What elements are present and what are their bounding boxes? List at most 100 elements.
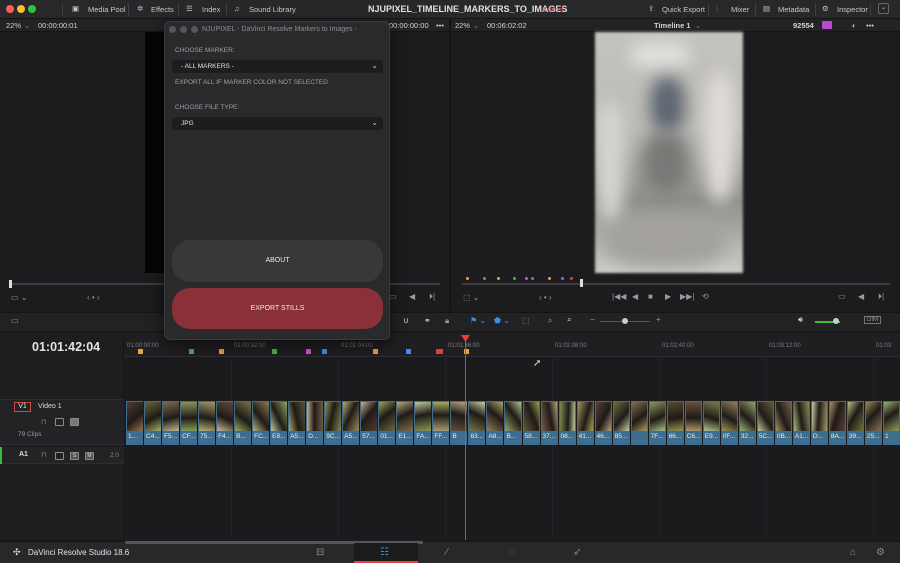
timeline-clip[interactable]: B...	[233, 401, 252, 445]
play-icon[interactable]: ▶	[665, 292, 671, 301]
sound-library-button[interactable]: Sound Library	[249, 5, 296, 14]
go-to-start-icon[interactable]: |◀◀	[612, 292, 626, 301]
video-track-name[interactable]: Video 1	[38, 403, 62, 410]
viewer-mode-icon[interactable]: ▭ ⌄	[11, 293, 27, 302]
chevron-down-icon[interactable]: ⌄	[24, 21, 30, 30]
right-zoom-select[interactable]: 22%	[455, 21, 470, 30]
media-pool-button[interactable]: Media Pool	[88, 5, 126, 14]
timeline-clip[interactable]: A1...	[791, 401, 811, 445]
flag-icon[interactable]: ⚑ ⌄	[470, 316, 486, 325]
v1-track-badge[interactable]: V1	[14, 402, 31, 412]
left-viewer-time2[interactable]: 00:00:00:00	[389, 21, 429, 30]
timeline-clip[interactable]: C6...	[683, 401, 703, 445]
timeline-clip[interactable]: 0F...	[719, 401, 739, 445]
timeline-marker[interactable]	[219, 349, 224, 354]
jog-control-icon[interactable]: ‹ • ›	[87, 293, 100, 302]
timeline-clip[interactable]: A5...	[341, 401, 360, 445]
timeline-clip[interactable]: 08...	[557, 401, 577, 445]
timeline-marker[interactable]	[436, 349, 443, 354]
timeline-name-select[interactable]: Timeline 1	[654, 21, 691, 30]
jog-control-icon[interactable]: ‹ • ›	[539, 293, 552, 302]
marker-icon[interactable]: ⬟ ⌄	[494, 316, 510, 325]
timeline-clip[interactable]: FF...	[431, 401, 450, 445]
dim-audio-icon[interactable]: DIM	[864, 316, 881, 324]
next-edit-icon[interactable]: ⏵|	[429, 292, 435, 302]
match-frame-icon[interactable]: ▭	[838, 292, 846, 301]
zoom-slider-handle[interactable]	[622, 318, 628, 324]
timeline-clip[interactable]: 39...	[845, 401, 865, 445]
zoom-in-icon[interactable]: +	[656, 315, 661, 324]
timeline-marker[interactable]	[406, 349, 411, 354]
speaker-icon[interactable]: 🔊︎	[798, 315, 803, 325]
chevron-down-icon[interactable]: ⌄	[473, 21, 479, 30]
timeline-clip[interactable]: 01...	[377, 401, 396, 445]
effects-button[interactable]: Effects	[151, 5, 174, 14]
color-swatch-icon[interactable]	[822, 21, 832, 29]
link-icon[interactable]: ⚭	[424, 316, 431, 325]
timeline-clip[interactable]: 7F...	[647, 401, 667, 445]
timeline-clip[interactable]: F5...	[161, 401, 180, 445]
auto-select-icon[interactable]	[55, 452, 64, 460]
next-edit-icon[interactable]: ⏵|	[878, 292, 884, 302]
dialog-minimize-button[interactable]	[180, 26, 187, 33]
timeline-clip[interactable]: A5...	[287, 401, 306, 445]
fusion-page-icon[interactable]: ⁄	[446, 547, 448, 558]
timeline-clip[interactable]: FC...	[251, 401, 270, 445]
timeline-clip[interactable]: B...	[503, 401, 522, 445]
home-icon[interactable]: ⌂	[850, 547, 856, 558]
timeline-clip[interactable]: 5C...	[755, 401, 775, 445]
about-button[interactable]: ABOUT	[172, 240, 383, 282]
timeline-clip[interactable]: 63...	[467, 401, 486, 445]
left-options-icon[interactable]: •••	[436, 21, 444, 30]
timeline-clip[interactable]: E1...	[395, 401, 414, 445]
timeline-marker[interactable]	[189, 349, 194, 354]
volume-slider-handle[interactable]	[833, 318, 839, 324]
timeline-marker[interactable]	[272, 349, 277, 354]
lock-icon[interactable]: ⊓	[41, 451, 46, 459]
timeline-clip[interactable]: 75...	[197, 401, 216, 445]
quick-export-button[interactable]: Quick Export	[662, 5, 705, 14]
marker-select[interactable]: - ALL MARKERS - ⌄	[172, 60, 383, 73]
reverse-play-icon[interactable]: ◀	[632, 292, 638, 301]
timeline-clip[interactable]: 66...	[665, 401, 685, 445]
position-lock-icon[interactable]: 🔒︎	[445, 316, 449, 326]
mute-button[interactable]: M	[85, 452, 94, 460]
timeline-clip[interactable]: 46...	[593, 401, 613, 445]
timeline-clip[interactable]: 57...	[359, 401, 378, 445]
export-stills-button[interactable]: EXPORT STILLS	[172, 288, 383, 329]
zoom-out-icon[interactable]: −	[590, 315, 595, 324]
mixer-button[interactable]: Mixer	[731, 5, 749, 14]
timeline-clip[interactable]: 37...	[539, 401, 559, 445]
timeline-clip[interactable]: 41...	[575, 401, 595, 445]
timeline-clip[interactable]: 9C...	[323, 401, 342, 445]
playhead[interactable]	[465, 337, 466, 540]
timeline-clip[interactable]: 58...	[521, 401, 541, 445]
timeline-clip[interactable]: E8...	[269, 401, 288, 445]
timeline-marker[interactable]	[306, 349, 311, 354]
edit-page-icon[interactable]: ☷	[380, 547, 389, 558]
zoom-custom-icon[interactable]: ⌕	[567, 315, 571, 325]
dialog-zoom-button[interactable]	[191, 26, 198, 33]
index-button[interactable]: Index	[202, 5, 220, 14]
timeline-clip[interactable]: 8A...	[827, 401, 847, 445]
inspector-button[interactable]: Inspector	[837, 5, 868, 14]
zoom-full-icon[interactable]: ⬚	[522, 316, 530, 325]
prev-edit-icon[interactable]: ◀	[409, 292, 415, 301]
stop-icon[interactable]: ■	[648, 292, 653, 301]
match-frame-icon[interactable]: ▭	[389, 292, 397, 301]
media-page-icon[interactable]: ⊟	[316, 547, 324, 558]
close-window-button[interactable]	[6, 5, 14, 13]
timeline-clip[interactable]: 1...	[125, 401, 144, 445]
timeline-clip[interactable]: E9...	[701, 401, 721, 445]
timeline-clip[interactable]: C4...	[143, 401, 162, 445]
zoom-detail-icon[interactable]: ⌕	[548, 316, 552, 326]
left-zoom-select[interactable]: 22%	[6, 21, 21, 30]
track-enable-icon[interactable]	[70, 418, 79, 426]
timeline-scrub-playhead[interactable]	[580, 279, 583, 287]
auto-select-icon[interactable]	[55, 418, 64, 426]
timeline-clip[interactable]: 85...	[611, 401, 631, 445]
right-viewer-timecode[interactable]: 00:06:02:02	[487, 21, 527, 30]
timeline-timecode[interactable]: 01:01:42:04	[32, 340, 100, 354]
settings-gear-icon[interactable]: ⚙	[876, 547, 885, 558]
left-viewer-timecode[interactable]: 00:00:00:01	[38, 21, 78, 30]
